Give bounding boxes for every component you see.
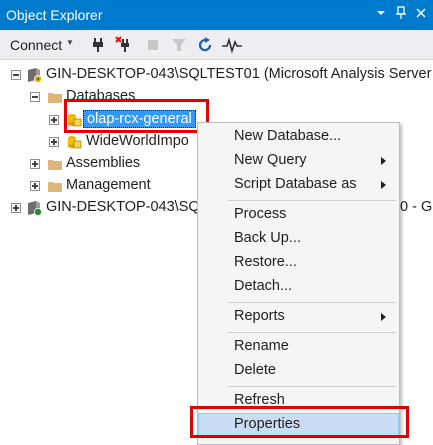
properties-highlight bbox=[190, 406, 409, 438]
disconnect-button[interactable] bbox=[115, 35, 135, 55]
management-label: Management bbox=[66, 177, 151, 193]
menu-item-restore[interactable]: Restore... bbox=[198, 251, 399, 275]
folder-icon bbox=[47, 89, 63, 105]
menu-item-label: New Query bbox=[234, 152, 307, 168]
expand-icon[interactable] bbox=[49, 137, 59, 147]
submenu-arrow-icon bbox=[381, 313, 386, 321]
stop-icon bbox=[148, 40, 158, 50]
refresh-button[interactable] bbox=[195, 35, 215, 55]
analysis-server-icon bbox=[26, 67, 42, 83]
chevron-down-icon[interactable]: ▼ bbox=[66, 38, 74, 47]
menu-separator bbox=[228, 200, 396, 201]
window-title: Object Explorer bbox=[6, 7, 103, 23]
refresh-icon bbox=[198, 37, 212, 52]
database-server-icon bbox=[26, 200, 42, 216]
collapse-icon[interactable] bbox=[11, 70, 21, 80]
dropdown-arrow-icon bbox=[377, 11, 385, 15]
expand-icon[interactable] bbox=[30, 159, 40, 169]
menu-item-rename[interactable]: Rename bbox=[198, 335, 399, 359]
menu-item-label: Back Up... bbox=[234, 230, 301, 246]
submenu-arrow-icon bbox=[381, 181, 386, 189]
expand-icon[interactable] bbox=[49, 115, 59, 125]
menu-item-process[interactable]: Process bbox=[198, 203, 399, 227]
tree-node-server-1[interactable]: GIN-DESKTOP-043\SQLTEST01 (Microsoft Ana… bbox=[0, 64, 433, 86]
close-button[interactable] bbox=[413, 5, 429, 23]
filter-icon bbox=[172, 39, 186, 51]
server-2-label-tail: 0 - G bbox=[400, 199, 433, 215]
activity-monitor-button[interactable] bbox=[221, 35, 242, 55]
menu-separator bbox=[228, 332, 396, 333]
menu-item-reports[interactable]: Reports bbox=[198, 305, 399, 329]
menu-item-label: Delete bbox=[234, 362, 276, 378]
connect-button[interactable]: Connect bbox=[10, 37, 62, 53]
stop-button[interactable] bbox=[143, 35, 163, 55]
server-2-label: GIN-DESKTOP-043\SQ bbox=[46, 199, 200, 215]
folder-icon bbox=[47, 178, 63, 194]
expand-icon[interactable] bbox=[11, 203, 21, 213]
assemblies-label: Assemblies bbox=[66, 155, 141, 171]
pin-button[interactable] bbox=[393, 5, 409, 23]
menu-item-new-database[interactable]: New Database... bbox=[198, 125, 399, 149]
menu-item-label: Rename bbox=[234, 338, 289, 354]
menu-separator bbox=[228, 302, 396, 303]
submenu-arrow-icon bbox=[381, 157, 386, 165]
menu-item-label: Reports bbox=[234, 308, 285, 324]
folder-icon bbox=[47, 156, 63, 172]
menu-item-label: Process bbox=[234, 206, 287, 222]
menu-item-detach[interactable]: Detach... bbox=[198, 275, 399, 299]
plug-icon bbox=[93, 38, 103, 52]
object-explorer-toolbar: Connect ▼ bbox=[0, 30, 433, 60]
menu-item-new-query[interactable]: New Query bbox=[198, 149, 399, 173]
disconnect-icon bbox=[115, 36, 129, 52]
menu-item-delete[interactable]: Delete bbox=[198, 359, 399, 383]
pulse-icon bbox=[222, 37, 242, 54]
menu-separator bbox=[228, 386, 396, 387]
menu-item-back-up[interactable]: Back Up... bbox=[198, 227, 399, 251]
selected-database-highlight bbox=[64, 99, 209, 133]
connect-plug-button[interactable] bbox=[88, 35, 108, 55]
expand-icon[interactable] bbox=[30, 181, 40, 191]
menu-item-label: Detach... bbox=[234, 278, 293, 294]
menu-item-label: Restore... bbox=[234, 254, 297, 270]
pin-icon bbox=[396, 6, 406, 19]
menu-item-label: New Database... bbox=[234, 128, 342, 144]
menu-item-script-database-as[interactable]: Script Database as bbox=[198, 173, 399, 197]
menu-item-label: Script Database as bbox=[234, 176, 357, 192]
context-menu: New Database... New Query Script Databas… bbox=[197, 122, 400, 445]
close-icon bbox=[416, 8, 426, 18]
filter-button[interactable] bbox=[169, 35, 189, 55]
collapse-icon[interactable] bbox=[30, 92, 40, 102]
wideworldimpo-label: WideWorldImpo bbox=[86, 133, 189, 149]
window-options-button[interactable] bbox=[373, 5, 389, 23]
server-1-label: GIN-DESKTOP-043\SQLTEST01 (Microsoft Ana… bbox=[46, 66, 433, 82]
cube-database-icon bbox=[66, 134, 82, 150]
object-explorer-titlebar: Object Explorer bbox=[0, 0, 433, 30]
